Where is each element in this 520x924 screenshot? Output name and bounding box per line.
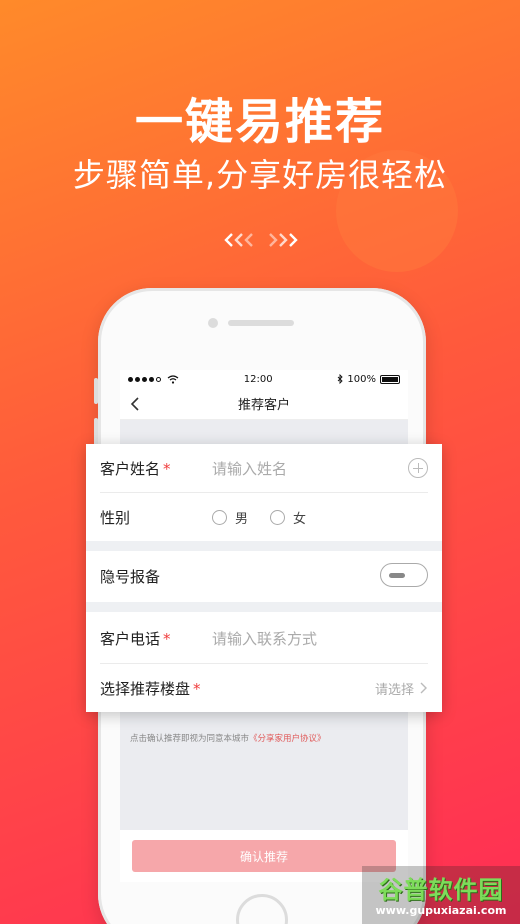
watermark-title: 谷普软件园 [378, 876, 504, 904]
name-row: 客户姓名 * 请输入姓名 [86, 444, 442, 492]
section-gap [86, 541, 442, 551]
back-icon[interactable] [128, 396, 142, 412]
hidden-number-row: 隐号报备 [86, 552, 442, 600]
gender-male-radio[interactable]: 男 [212, 508, 248, 527]
bluetooth-icon [338, 374, 344, 384]
radio-circle-icon [212, 509, 227, 525]
promo-subline: 步骤简单,分享好房很轻松 [72, 156, 448, 194]
name-input[interactable]: 请输入姓名 [212, 458, 287, 479]
section-gap [86, 602, 442, 612]
toggle-knob [389, 573, 405, 578]
property-label: 选择推荐楼盘 * [100, 679, 201, 698]
gender-row: 性别 男 女 [86, 493, 442, 541]
nav-title: 推荐客户 [237, 398, 290, 413]
battery-percent: 100% [347, 373, 376, 385]
gender-female-radio[interactable]: 女 [270, 508, 306, 527]
required-mark: * [193, 679, 201, 698]
hidden-number-label: 隐号报备 [100, 567, 161, 586]
wifi-icon [167, 374, 179, 384]
nav-bar: 推荐客户 [120, 388, 408, 420]
agreement-prefix: 点击确认推荐即视为同意本城市 [130, 734, 250, 744]
phone-speaker [228, 320, 294, 326]
agreement-text: 点击确认推荐即视为同意本城市《分享家用户协议》 [120, 732, 408, 744]
phone-label: 客户电话 * [100, 629, 171, 648]
battery-status: 100% [337, 374, 400, 385]
phone-input[interactable]: 请输入联系方式 [212, 628, 317, 649]
required-mark: * [163, 459, 171, 478]
radio-circle-icon [270, 509, 286, 525]
status-time: 12:00 [243, 373, 273, 385]
add-contact-icon[interactable] [408, 458, 428, 478]
phone-mute-switch [94, 378, 98, 404]
recommend-form-card: 客户姓名 * 请输入姓名 性别 男 女 隐号报备 客户电话 * 请输入联系方式 选择… [86, 444, 442, 712]
gender-label: 性别 [100, 508, 131, 527]
chevron-right-icon [420, 682, 427, 694]
hidden-number-toggle[interactable] [380, 563, 428, 587]
status-bar: 12:00 100% [120, 370, 408, 388]
right-arrows-icon [268, 233, 298, 247]
agreement-link[interactable]: 《分享家用户协议》 [249, 734, 326, 744]
page-arrows [224, 232, 298, 248]
confirm-button[interactable]: 确认推荐 [132, 840, 396, 872]
promo-headline: 一键易推荐 [134, 94, 385, 150]
property-select[interactable]: 请选择 [375, 664, 428, 712]
phone-row: 客户电话 * 请输入联系方式 [86, 614, 442, 662]
phone-camera [208, 318, 218, 328]
property-row[interactable]: 选择推荐楼盘 * 请选择 [86, 664, 442, 712]
name-label: 客户姓名 * [100, 459, 171, 478]
required-mark: * [163, 629, 171, 648]
signal-icon [128, 374, 179, 384]
watermark-url: www.gupuxiazai.com [375, 904, 507, 917]
home-button [236, 894, 288, 924]
battery-icon [379, 374, 400, 384]
watermark: 谷普软件园 www.gupuxiazai.com [362, 866, 520, 924]
left-arrows-icon [224, 233, 254, 247]
